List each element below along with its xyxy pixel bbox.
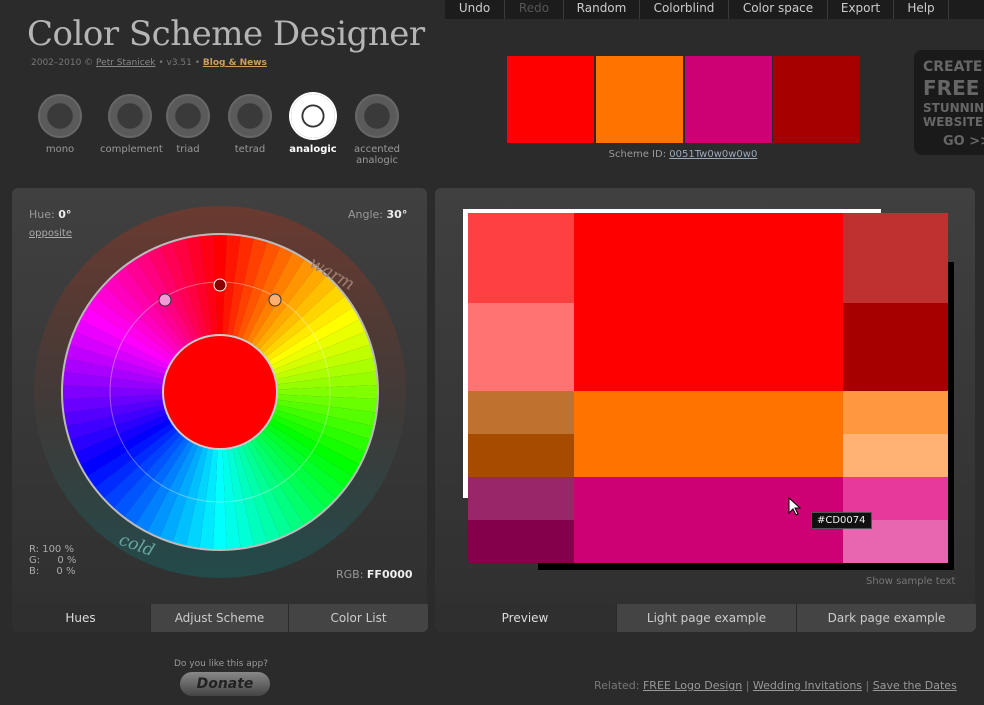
rgb-label: RGB: xyxy=(336,568,364,581)
colorblind-menu[interactable]: Colorblind xyxy=(640,0,729,19)
donate-prompt: Do you like this app? xyxy=(174,659,268,669)
tab-adjust-scheme[interactable]: Adjust Scheme xyxy=(150,604,288,632)
scheme-type-complement[interactable]: complement xyxy=(100,94,163,155)
author-link[interactable]: Petr Stanicek xyxy=(96,58,155,68)
r-label: R: xyxy=(29,544,40,555)
swatch-secondary-a[interactable] xyxy=(596,56,683,143)
redo-menu[interactable]: Redo xyxy=(505,0,564,19)
preview-cell[interactable] xyxy=(574,391,843,477)
preview-cell[interactable] xyxy=(843,391,948,434)
logo-design-link[interactable]: FREE Logo Design xyxy=(643,679,742,692)
g-value: 0 % xyxy=(57,555,77,566)
scheme-type-label: triad xyxy=(176,144,200,155)
color-space-menu[interactable]: Color space xyxy=(729,0,828,19)
preview-cell[interactable] xyxy=(574,477,843,563)
triad-icon xyxy=(166,94,210,138)
analogic-icon xyxy=(291,94,335,138)
tab-dark-page-example[interactable]: Dark page example xyxy=(796,604,976,632)
hues-panel: Hue: 0° opposite Angle: 30° warm cold R:… xyxy=(12,188,427,632)
rgb-value: FF0000 xyxy=(366,568,413,581)
tab-color-list[interactable]: Color List xyxy=(288,604,428,632)
scheme-id-link[interactable]: 0051Tw0w0w0w0 xyxy=(669,149,757,160)
preview-cell[interactable] xyxy=(468,477,574,520)
b-value: 0 % xyxy=(56,566,76,577)
complement-icon xyxy=(108,94,152,138)
preview-cell[interactable] xyxy=(468,213,574,303)
scheme-type-tetrad[interactable]: tetrad xyxy=(220,94,280,155)
scheme-type-mono[interactable]: mono xyxy=(30,94,90,155)
primary-hue-handle[interactable] xyxy=(213,278,227,292)
mouse-cursor-icon xyxy=(788,497,802,516)
scheme-id: Scheme ID: 0051Tw0w0w0w0 xyxy=(507,149,859,160)
preview-cell[interactable] xyxy=(843,303,948,391)
color-tooltip: #CD0074 xyxy=(811,512,872,529)
tab-light-page-example[interactable]: Light page example xyxy=(616,604,796,632)
menu-bar: Undo Redo Random Colorblind Color space … xyxy=(445,0,984,19)
r-value: 100 % xyxy=(42,544,74,555)
ad-line: WEBSITES xyxy=(923,115,984,129)
rgb-readout: RGB: FF0000 xyxy=(336,568,413,581)
swatch-secondary-b[interactable] xyxy=(685,56,772,143)
ad-cta: GO >> xyxy=(943,134,984,149)
accented-analogic-icon xyxy=(355,94,399,138)
preview-cell[interactable] xyxy=(574,213,843,391)
tab-preview[interactable]: Preview xyxy=(435,604,615,632)
secondary-hue-handle[interactable] xyxy=(158,293,172,307)
ad-line: STUNNING xyxy=(923,101,984,115)
rgb-percentages: R: 100 % G: 0 % B: 0 % xyxy=(29,544,76,577)
scheme-type-label: analogic xyxy=(289,144,337,155)
app-title: Color Scheme Designer xyxy=(27,14,425,54)
app-credits: 2002–2010 © Petr Stanicek • v3.51 • Blog… xyxy=(31,58,267,68)
related-links: Related: FREE Logo Design | Wedding Invi… xyxy=(594,679,957,692)
b-label: B: xyxy=(29,566,40,577)
swatch-complement[interactable] xyxy=(773,56,860,143)
mono-icon xyxy=(38,94,82,138)
ad-banner[interactable]: CREATE FREE STUNNING WEBSITES GO >> xyxy=(914,50,984,155)
color-wheel[interactable]: warm cold xyxy=(34,206,406,578)
scheme-type-label: accented analogic xyxy=(353,144,401,166)
scheme-type-analogic[interactable]: analogic xyxy=(283,94,343,155)
copyright-text: 2002–2010 © xyxy=(31,58,94,68)
show-sample-text-link[interactable]: Show sample text xyxy=(866,576,955,587)
scheme-id-label: Scheme ID: xyxy=(608,149,667,160)
wedding-invitations-link[interactable]: Wedding Invitations xyxy=(753,679,862,692)
selected-color-center xyxy=(162,334,278,450)
tab-hues[interactable]: Hues xyxy=(12,604,149,632)
ad-line: CREATE xyxy=(923,59,983,75)
version-text: • v3.51 • xyxy=(158,58,201,68)
secondary-hue-handle[interactable] xyxy=(268,293,282,307)
related-label: Related: xyxy=(594,679,640,692)
blog-link[interactable]: Blog & News xyxy=(203,58,267,68)
ad-line: FREE xyxy=(923,76,980,100)
preview-cell[interactable] xyxy=(468,434,574,477)
preview-cell[interactable] xyxy=(843,213,948,303)
scheme-type-triad[interactable]: triad xyxy=(158,94,218,155)
tetrad-icon xyxy=(228,94,272,138)
donate-button[interactable]: Donate xyxy=(180,672,270,696)
scheme-type-label: tetrad xyxy=(234,144,266,155)
random-menu[interactable]: Random xyxy=(564,0,640,19)
export-menu[interactable]: Export xyxy=(828,0,894,19)
preview-cell[interactable] xyxy=(468,303,574,391)
color-preview-grid[interactable] xyxy=(468,213,948,563)
preview-cell[interactable] xyxy=(468,520,574,563)
swatch-primary[interactable] xyxy=(507,56,594,143)
g-label: G: xyxy=(29,555,41,566)
undo-menu[interactable]: Undo xyxy=(445,0,505,19)
save-the-dates-link[interactable]: Save the Dates xyxy=(873,679,957,692)
preview-cell[interactable] xyxy=(843,434,948,477)
help-menu[interactable]: Help xyxy=(894,0,949,19)
scheme-type-accented-analogic[interactable]: accented analogic xyxy=(347,94,407,166)
scheme-type-label: complement xyxy=(100,144,163,155)
preview-cell[interactable] xyxy=(468,391,574,434)
scheme-type-label: mono xyxy=(45,144,75,155)
